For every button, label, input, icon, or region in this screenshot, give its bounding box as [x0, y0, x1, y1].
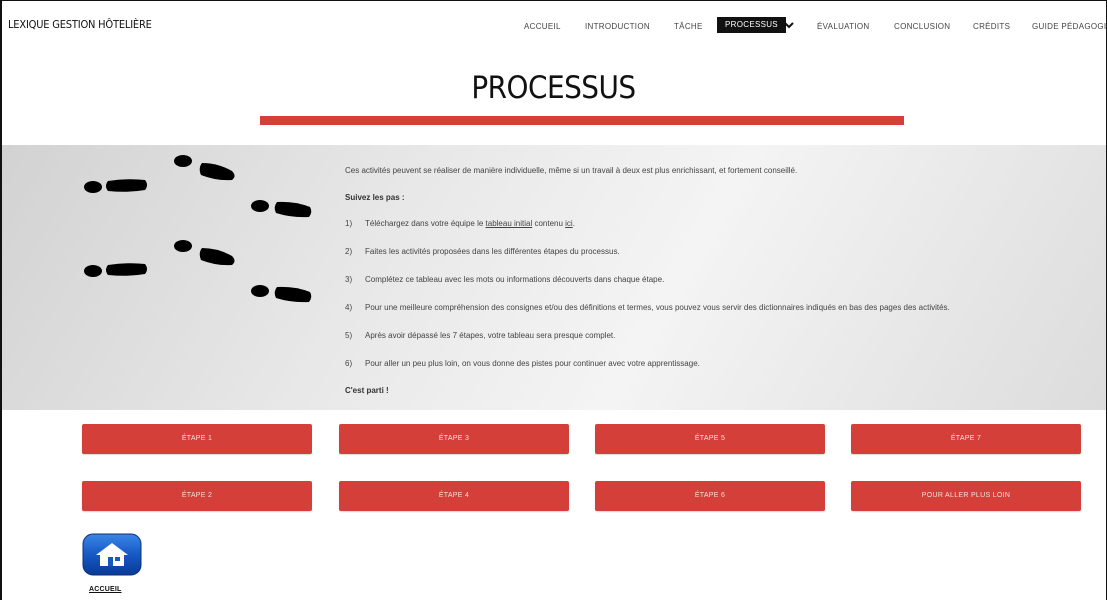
step-item-2: 2) Faites les activités proposées dans l…	[345, 246, 1085, 258]
pour-aller-plus-loin-button[interactable]: POUR ALLER PLUS LOIN	[851, 481, 1081, 511]
step-item-4: 4) Pour une meilleure compréhension des …	[345, 302, 1085, 314]
etape-4-button[interactable]: ÉTAPE 4	[339, 481, 569, 511]
tableau-initial-link[interactable]: tableau initial	[486, 219, 533, 228]
step-text: Pour aller un peu plus loin, on vous don…	[365, 359, 700, 368]
main-nav: ACCUEIL INTRODUCTION TÂCHE PROCESSUS ÉVA…	[0, 0, 1107, 52]
site-header: LEXIQUE GESTION HÔTELIÈRE ACCUEIL INTROD…	[0, 0, 1107, 52]
nav-introduction[interactable]: INTRODUCTION	[585, 22, 650, 31]
step-text: Faites les activités proposées dans les …	[365, 247, 620, 256]
process-section: Ces activités peuvent se réaliser de man…	[2, 145, 1106, 410]
nav-accueil[interactable]: ACCUEIL	[524, 22, 561, 31]
step-text: Téléchargez dans votre équipe le	[365, 219, 486, 228]
page-title: PROCESSUS	[471, 70, 636, 106]
steps-list: 1) Téléchargez dans votre équipe le tabl…	[345, 218, 1085, 370]
step-number: 2)	[345, 247, 353, 256]
nav-processus[interactable]: PROCESSUS	[717, 17, 786, 33]
nav-conclusion[interactable]: CONCLUSION	[894, 22, 950, 31]
step-text: contenu	[532, 219, 566, 228]
step-item-3: 3) Complétez ce tableau avec les mots ou…	[345, 274, 1085, 286]
nav-guide-pedagogique[interactable]: GUIDE PÉDAGOGIQU	[1032, 22, 1107, 31]
step-item-5: 5) Après avoir dépassé les 7 étapes, vot…	[345, 330, 1085, 342]
intro-text: Ces activités peuvent se réaliser de man…	[345, 166, 798, 175]
step-number: 4)	[345, 303, 353, 312]
step-text: Après avoir dépassé les 7 étapes, votre …	[365, 331, 616, 340]
chevron-down-icon[interactable]	[783, 19, 795, 31]
title-underline-bar	[260, 116, 904, 125]
cest-parti-text: C'est parti !	[345, 386, 389, 395]
step-number: 5)	[345, 331, 353, 340]
step-number: 6)	[345, 359, 353, 368]
etape-7-button[interactable]: ÉTAPE 7	[851, 424, 1081, 454]
step-item-6: 6) Pour aller un peu plus loin, on vous …	[345, 358, 1085, 370]
etape-2-button[interactable]: ÉTAPE 2	[82, 481, 312, 511]
step-number: 3)	[345, 275, 353, 284]
instructions: Ces activités peuvent se réaliser de man…	[345, 165, 1085, 395]
etape-3-button[interactable]: ÉTAPE 3	[339, 424, 569, 454]
step-item-1: 1) Téléchargez dans votre équipe le tabl…	[345, 218, 1085, 230]
ici-link[interactable]: ici	[565, 219, 573, 228]
step-text: Complétez ce tableau avec les mots ou in…	[365, 275, 665, 284]
step-text: Pour une meilleure compréhension des con…	[365, 303, 950, 312]
step-text: .	[572, 219, 575, 228]
etape-6-button[interactable]: ÉTAPE 6	[595, 481, 825, 511]
etape-1-button[interactable]: ÉTAPE 1	[82, 424, 312, 454]
nav-tache[interactable]: TÂCHE	[674, 22, 703, 31]
step-number: 1)	[345, 219, 353, 228]
nav-evaluation[interactable]: ÉVALUATION	[817, 22, 870, 31]
home-icon[interactable]	[82, 533, 142, 576]
nav-credits[interactable]: CRÉDITS	[973, 22, 1010, 31]
accueil-link[interactable]: ACCUEIL	[89, 586, 122, 593]
steps-heading: Suivez les pas :	[345, 193, 405, 202]
etape-5-button[interactable]: ÉTAPE 5	[595, 424, 825, 454]
footprints-icon	[84, 155, 312, 303]
